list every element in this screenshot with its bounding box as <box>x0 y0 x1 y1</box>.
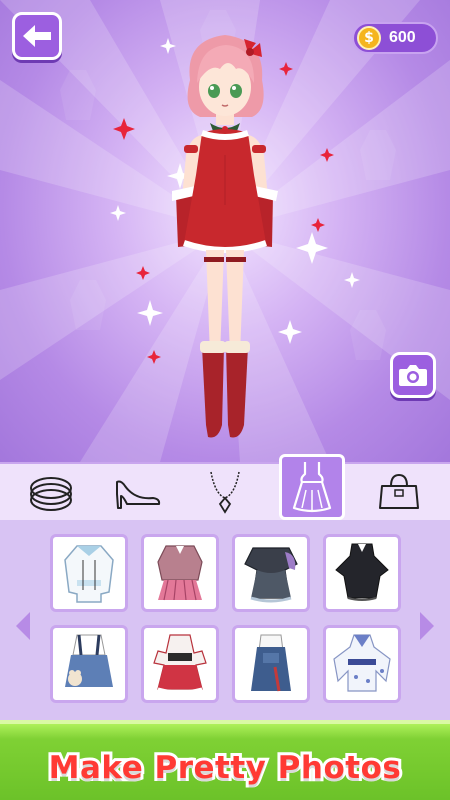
tab-shoes[interactable] <box>105 465 171 519</box>
item-blue-kimono-dress[interactable] <box>323 625 401 703</box>
tab-dresses[interactable] <box>278 454 345 520</box>
bracelet-icon <box>30 477 73 511</box>
next-page-button[interactable] <box>416 608 438 644</box>
denim-suspender-outfit-icon <box>65 634 113 687</box>
blue-kimono-dress-icon <box>333 634 391 692</box>
pink-plaid-outfit-icon <box>157 545 203 601</box>
promo-banner: Make Pretty Photos <box>0 720 450 800</box>
camera-button[interactable] <box>390 352 436 398</box>
item-denim-suspender-skirt-outfit[interactable] <box>50 625 128 703</box>
previous-page-button[interactable] <box>12 608 34 644</box>
clothing-grid <box>50 534 402 703</box>
white-blue-hoodie-icon <box>64 545 114 603</box>
gothic-ruffle-dress-icon <box>244 547 298 603</box>
arrow-right-icon <box>420 612 434 640</box>
item-pink-plaid-school-outfit[interactable] <box>141 534 219 612</box>
camera-icon <box>399 365 427 386</box>
necklace-icon <box>210 471 240 514</box>
back-button[interactable] <box>12 12 62 60</box>
item-denim-pinafore-outfit[interactable] <box>232 625 310 703</box>
clothing-items-panel <box>0 520 450 720</box>
item-white-blue-hoodie-outfit[interactable] <box>50 534 128 612</box>
coin-count: 600 <box>389 29 416 46</box>
coin-balance: $ 600 <box>352 22 438 54</box>
tab-necklaces[interactable] <box>192 465 258 519</box>
handbag-icon <box>378 473 419 509</box>
item-black-wing-dress[interactable] <box>323 534 401 612</box>
black-wing-dress-icon <box>335 543 389 601</box>
denim-pinafore-icon <box>251 634 291 692</box>
tab-bracelets[interactable] <box>18 465 84 519</box>
coin-icon: $ <box>357 26 381 50</box>
item-gothic-ruffle-dress[interactable] <box>232 534 310 612</box>
category-tab-bar <box>0 454 450 520</box>
banner-title: Make Pretty Photos <box>46 747 404 789</box>
arrow-left-icon <box>16 612 30 640</box>
red-white-lolita-dress-icon <box>153 634 207 694</box>
dressed-up-character <box>172 35 278 438</box>
item-red-white-lolita-dress[interactable] <box>141 625 219 703</box>
dress-up-stage: $ 600 <box>0 0 450 462</box>
dress-icon <box>292 462 331 513</box>
back-arrow-icon <box>23 25 51 47</box>
high-heel-shoe-icon <box>116 480 161 509</box>
tab-bags[interactable] <box>366 465 432 519</box>
